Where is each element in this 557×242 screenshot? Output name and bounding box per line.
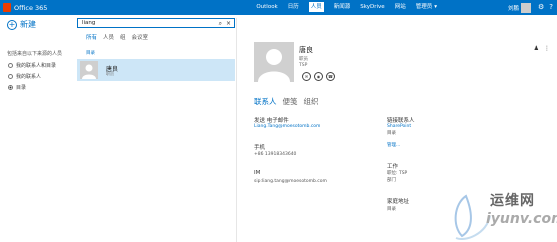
plus-icon: + [7, 19, 17, 30]
linked-directory: 目录 [387, 131, 396, 136]
new-contact-label: 新建 [20, 20, 36, 29]
avatar [521, 2, 531, 13]
top-icons: ⚙ ? [538, 2, 553, 12]
email-link[interactable]: Liang.Tang@moesotomb.com [254, 124, 320, 129]
nav-sites[interactable]: 网站 [395, 2, 406, 12]
contact-name: 唐良 [299, 46, 313, 54]
top-nav: Outlook 日历 人员 新闻源 SkyDrive 网站 管理员 ▾ [256, 2, 437, 12]
call-icon[interactable]: ☎ [326, 72, 335, 81]
person-silhouette-icon [82, 64, 96, 79]
tab-notes[interactable]: 便笺 [283, 96, 298, 107]
radio-button-checked[interactable] [8, 85, 13, 90]
watermark-url: iyunv.com [486, 211, 557, 227]
linked-heading: 链接联系人 [387, 118, 415, 124]
watermark-text: 运维网 [490, 193, 535, 209]
contact-title: 职员 [299, 57, 308, 62]
mobile-value: +86 13918343640 [254, 152, 297, 157]
source-filter-list: 我的联系人和目录 我的联系人 目录 [8, 60, 56, 93]
filter-title: 包括来自以下来源的人员 [7, 51, 63, 57]
help-icon[interactable]: ? [549, 2, 553, 12]
nav-skydrive[interactable]: SkyDrive [360, 2, 384, 12]
email-heading: 发送 电子邮件 [254, 118, 289, 124]
new-contact-button[interactable]: + 新建 [7, 19, 36, 30]
search-controls: ⌕ × [219, 19, 231, 28]
search-input[interactable]: liang [82, 20, 95, 26]
contact-actions: ✉ ◉ ☎ [302, 72, 335, 81]
email-icon[interactable]: ✉ [302, 72, 311, 81]
work-dept: 部门 [387, 178, 396, 183]
radio-button[interactable] [8, 74, 13, 79]
radio-button[interactable] [8, 63, 13, 68]
search-box[interactable]: liang ⌕ × [77, 18, 235, 28]
filter-my-contacts[interactable]: 我的联系人 [8, 71, 56, 82]
tab-groups[interactable]: 组 [120, 33, 126, 41]
list-item[interactable]: 唐良 职员 [77, 59, 235, 81]
card-toolbar: ♟ ⋮ [534, 45, 550, 52]
filter-directory[interactable]: 目录 [8, 82, 56, 93]
home-heading: 家庭地址 [387, 199, 410, 205]
person-silhouette-icon [258, 49, 290, 82]
result-subtitle: 职员 [106, 71, 114, 76]
gear-icon[interactable]: ⚙ [538, 2, 544, 12]
nav-calendar[interactable]: 日历 [288, 2, 299, 12]
more-icon[interactable]: ⋮ [544, 45, 550, 52]
tab-people[interactable]: 人员 [103, 33, 114, 41]
filter-label: 目录 [16, 85, 27, 91]
nav-admin-label: 管理员 [415, 4, 433, 10]
avatar [80, 61, 98, 79]
directory-section-label: 目录 [86, 51, 95, 56]
im-value: sip:liang.tang@moesotomb.com [254, 179, 327, 184]
tab-all[interactable]: 所有 [86, 33, 97, 41]
user-menu[interactable]: 刘鹏 [508, 1, 531, 14]
chevron-down-icon: ▾ [434, 4, 437, 10]
close-icon[interactable]: × [226, 19, 231, 28]
filter-label: 我的联系人 [16, 74, 42, 80]
user-name: 刘鹏 [507, 5, 519, 12]
nav-people[interactable]: 人员 [308, 2, 324, 12]
search-icon[interactable]: ⌕ [219, 19, 222, 28]
tab-contact[interactable]: 联系人 [254, 96, 277, 107]
office-logo[interactable]: Office 365 [3, 2, 47, 13]
add-contact-icon[interactable]: ♟ [534, 45, 539, 52]
im-icon[interactable]: ◉ [314, 72, 323, 81]
manage-link[interactable]: 管理... [387, 142, 400, 148]
work-title: 职位: TSP [387, 171, 408, 176]
home-value: 目录 [387, 207, 396, 212]
tab-organization[interactable]: 组织 [304, 96, 319, 107]
nav-outlook[interactable]: Outlook [256, 2, 277, 12]
nav-admin[interactable]: 管理员 ▾ [416, 2, 437, 12]
tab-rooms[interactable]: 会议室 [132, 33, 149, 41]
top-bar: Office 365 Outlook 日历 人员 新闻源 SkyDrive 网站… [0, 0, 557, 15]
pane-divider [236, 18, 237, 242]
work-heading: 工作 [387, 164, 399, 170]
nav-newsfeed[interactable]: 新闻源 [334, 2, 351, 12]
linked-source[interactable]: SharePoint [387, 124, 411, 129]
contact-photo [254, 42, 294, 82]
filter-contacts-and-directory[interactable]: 我的联系人和目录 [8, 60, 56, 71]
filter-label: 我的联系人和目录 [16, 63, 57, 69]
office-logo-icon [3, 3, 11, 12]
contact-company: TSP [299, 63, 308, 68]
contact-tabs: 联系人 便笺 组织 [254, 96, 319, 107]
mobile-heading: 手机 [254, 145, 266, 151]
im-heading: IM [254, 170, 261, 176]
app-title: Office 365 [14, 3, 48, 12]
result-tabs: 所有 人员 组 会议室 [86, 33, 148, 41]
